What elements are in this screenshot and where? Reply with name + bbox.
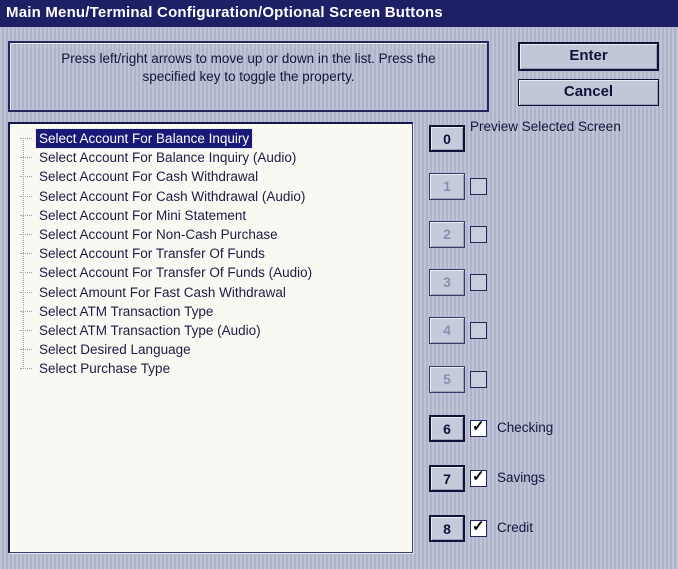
list-item[interactable]: Select ATM Transaction Type (Audio) bbox=[20, 321, 408, 340]
key-checkbox-8[interactable]: ✓ bbox=[470, 518, 487, 537]
key-button-7[interactable]: 7 bbox=[429, 465, 465, 492]
key-checkbox-6[interactable]: ✓ bbox=[470, 418, 487, 437]
title-bar: Main Menu/Terminal Configuration/Optiona… bbox=[0, 0, 678, 27]
key-button-8[interactable]: 8 bbox=[429, 515, 465, 542]
key-button-5: 5 bbox=[429, 366, 465, 393]
tree-branch-icon bbox=[20, 368, 32, 370]
checkmark-icon: ✓ bbox=[472, 418, 485, 435]
tree-branch-icon bbox=[20, 349, 32, 351]
list-item-label: Select ATM Transaction Type bbox=[39, 303, 214, 319]
key-checkbox-3[interactable]: ✓ bbox=[470, 274, 487, 291]
tree-branch-icon bbox=[20, 272, 32, 274]
enter-button[interactable]: Enter bbox=[518, 42, 659, 71]
tree-branch-icon bbox=[20, 291, 32, 293]
list-item-label: Select Account For Balance Inquiry (Audi… bbox=[39, 150, 297, 166]
list-item-label: Select Account For Cash Withdrawal bbox=[39, 169, 259, 185]
key-button-2: 2 bbox=[429, 221, 465, 248]
tree-branch-icon bbox=[20, 234, 32, 236]
page-title: Main Menu/Terminal Configuration/Optiona… bbox=[6, 4, 443, 21]
instruction-box: Press left/right arrows to move up or do… bbox=[8, 41, 489, 112]
key-checkbox-label-8: Credit bbox=[497, 520, 534, 535]
cancel-button[interactable]: Cancel bbox=[518, 79, 659, 106]
instruction-line-2: specified key to toggle the property. bbox=[142, 69, 355, 84]
tree-branch-icon bbox=[20, 176, 32, 178]
tree-branch-icon bbox=[20, 253, 32, 255]
tree-branch-icon bbox=[20, 329, 32, 331]
list-item-label: Select Account For Cash Withdrawal (Audi… bbox=[39, 188, 306, 204]
checkmark-icon: ✓ bbox=[472, 468, 485, 485]
list-item[interactable]: Select Account For Cash Withdrawal (Audi… bbox=[20, 187, 408, 206]
key-checkbox-label-7: Savings bbox=[497, 470, 546, 485]
list-item[interactable]: Select Purchase Type bbox=[20, 359, 408, 378]
tree-branch-icon bbox=[20, 310, 32, 312]
checkmark-icon: ✓ bbox=[472, 518, 485, 535]
list-item-label: Select Account For Non-Cash Purchase bbox=[39, 226, 278, 242]
list-item-label: Select ATM Transaction Type (Audio) bbox=[39, 322, 261, 338]
optional-screen-buttons-dialog: Main Menu/Terminal Configuration/Optiona… bbox=[0, 0, 678, 569]
list-item-label: Select Account For Balance Inquiry bbox=[34, 127, 254, 150]
key-checkbox-7[interactable]: ✓ bbox=[470, 468, 487, 487]
list-item[interactable]: Select Amount For Fast Cash Withdrawal bbox=[20, 283, 408, 302]
list-item-label: Select Account For Transfer Of Funds bbox=[39, 246, 265, 262]
list-item[interactable]: Select Account For Non-Cash Purchase bbox=[20, 225, 408, 244]
list-item[interactable]: Select ATM Transaction Type bbox=[20, 302, 408, 321]
list-item[interactable]: Select Account For Balance Inquiry (Audi… bbox=[20, 148, 408, 167]
list-item[interactable]: Select Desired Language bbox=[20, 340, 408, 359]
key-button-6[interactable]: 6 bbox=[429, 415, 465, 442]
list-item-label: Select Purchase Type bbox=[39, 361, 171, 377]
list-item[interactable]: Select Account For Cash Withdrawal bbox=[20, 167, 408, 186]
key-button-0[interactable]: 0 bbox=[429, 125, 465, 152]
list-item[interactable]: Select Account For Balance Inquiry bbox=[20, 127, 408, 150]
tree-branch-icon bbox=[20, 157, 32, 159]
tree-branch-icon bbox=[20, 214, 32, 216]
screen-list[interactable]: Select Account For Balance Inquiry Select… bbox=[8, 122, 413, 553]
key-checkbox-2[interactable]: ✓ bbox=[470, 226, 487, 243]
key-checkbox-label-6: Checking bbox=[497, 420, 554, 435]
list-item[interactable]: Select Account For Transfer Of Funds (Au… bbox=[20, 263, 408, 282]
list-item[interactable]: Select Account For Transfer Of Funds bbox=[20, 244, 408, 263]
screen-tree: Select Account For Balance Inquiry Select… bbox=[20, 127, 408, 378]
list-item[interactable]: Select Account For Mini Statement bbox=[20, 206, 408, 225]
key-checkbox-4[interactable]: ✓ bbox=[470, 322, 487, 339]
key-button-1: 1 bbox=[429, 173, 465, 200]
list-item-label: Select Account For Transfer Of Funds (Au… bbox=[39, 265, 313, 281]
list-item-label: Select Amount For Fast Cash Withdrawal bbox=[39, 284, 286, 300]
key-checkbox-1[interactable]: ✓ bbox=[470, 178, 487, 195]
key-button-4: 4 bbox=[429, 317, 465, 344]
tree-branch-icon bbox=[20, 138, 32, 140]
key-button-3: 3 bbox=[429, 269, 465, 296]
list-item-label: Select Desired Language bbox=[39, 342, 191, 358]
key-checkbox-5[interactable]: ✓ bbox=[470, 371, 487, 388]
tree-branch-icon bbox=[20, 195, 32, 197]
preview-selected-screen-label: Preview Selected Screen bbox=[470, 119, 621, 134]
list-item-label: Select Account For Mini Statement bbox=[39, 207, 247, 223]
instruction-line-1: Press left/right arrows to move up or do… bbox=[61, 51, 436, 66]
